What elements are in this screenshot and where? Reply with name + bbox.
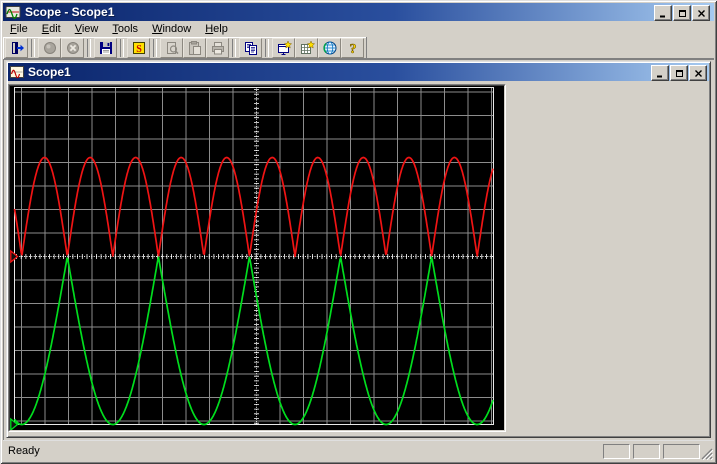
application-window: Scope - Scope1 FileEditViewToolsWindowHe… <box>0 0 717 464</box>
grid-options-icon <box>299 40 315 56</box>
display-options-button[interactable] <box>272 38 295 58</box>
menu-edit[interactable]: Edit <box>35 22 68 36</box>
display-options-icon <box>276 40 292 56</box>
status-message: Ready <box>8 445 40 457</box>
print-preview-icon <box>164 40 180 56</box>
svg-text:?: ? <box>349 42 356 56</box>
axis-ticks <box>17 90 492 424</box>
record-button <box>38 38 61 58</box>
stop-icon <box>65 40 81 56</box>
paste-button <box>183 38 206 58</box>
status-pane-1 <box>603 444 630 459</box>
web-button[interactable] <box>318 38 341 58</box>
menu-bar: FileEditViewToolsWindowHelp <box>3 21 714 37</box>
child-window-title: Scope1 <box>28 65 71 79</box>
help-icon: ? <box>345 40 361 56</box>
record-icon <box>42 40 58 56</box>
minimize-icon <box>659 9 668 18</box>
status-bar: Ready <box>3 440 714 461</box>
toolbar: S? <box>3 37 714 59</box>
app-icon <box>5 4 21 20</box>
menu-help[interactable]: Help <box>198 22 235 36</box>
toolbar-separator <box>153 39 157 57</box>
waveform-plot <box>10 86 504 430</box>
toolbar-separator <box>87 39 91 57</box>
child-maximize-button[interactable] <box>670 65 688 81</box>
toolbar-separator <box>31 39 35 57</box>
child-minimize-button[interactable] <box>651 65 669 81</box>
print-icon <box>210 40 226 56</box>
scope-settings-icon: S <box>131 40 147 56</box>
graticule-grid <box>15 88 494 425</box>
copy-icon <box>243 40 259 56</box>
menu-view[interactable]: View <box>68 22 106 36</box>
title-bar[interactable]: Scope - Scope1 <box>3 3 714 21</box>
exit-button[interactable] <box>5 38 28 58</box>
maximize-icon <box>675 69 684 78</box>
svg-text:S: S <box>136 43 142 54</box>
resize-grip-icon <box>699 446 713 460</box>
scope-doc-icon <box>10 65 24 79</box>
toolbar-separator <box>265 39 269 57</box>
help-button[interactable]: ? <box>341 38 364 58</box>
scope-display <box>8 84 506 432</box>
print-preview-button <box>160 38 183 58</box>
maximize-button[interactable] <box>673 5 691 21</box>
save-icon <box>98 40 114 56</box>
minimize-button[interactable] <box>654 5 672 21</box>
resize-grip[interactable] <box>699 446 713 460</box>
print-button <box>206 38 229 58</box>
stop-button <box>61 38 84 58</box>
status-pane-2 <box>633 444 660 459</box>
toolbar-separator <box>120 39 124 57</box>
close-icon <box>697 9 706 18</box>
control-panel: SampleDispTrig Time Base CH11V/DIVCH2.5V… <box>508 84 709 432</box>
copy-button[interactable] <box>239 38 262 58</box>
close-icon <box>694 69 703 78</box>
save-button[interactable] <box>94 38 117 58</box>
web-icon <box>322 40 338 56</box>
status-pane-3 <box>663 444 700 459</box>
minimize-icon <box>656 69 665 78</box>
window-title: Scope - Scope1 <box>25 5 114 19</box>
scope-settings-button[interactable]: S <box>127 38 150 58</box>
menu-file[interactable]: File <box>3 22 35 36</box>
menu-tools[interactable]: Tools <box>105 22 145 36</box>
menu-window[interactable]: Window <box>145 22 198 36</box>
exit-icon <box>9 40 25 56</box>
paste-icon <box>187 40 203 56</box>
close-button[interactable] <box>692 5 710 21</box>
child-close-button[interactable] <box>689 65 707 81</box>
child-title-bar[interactable]: Scope1 <box>8 63 709 81</box>
maximize-icon <box>678 9 687 18</box>
toolbar-separator <box>232 39 236 57</box>
grid-options-button[interactable] <box>295 38 318 58</box>
